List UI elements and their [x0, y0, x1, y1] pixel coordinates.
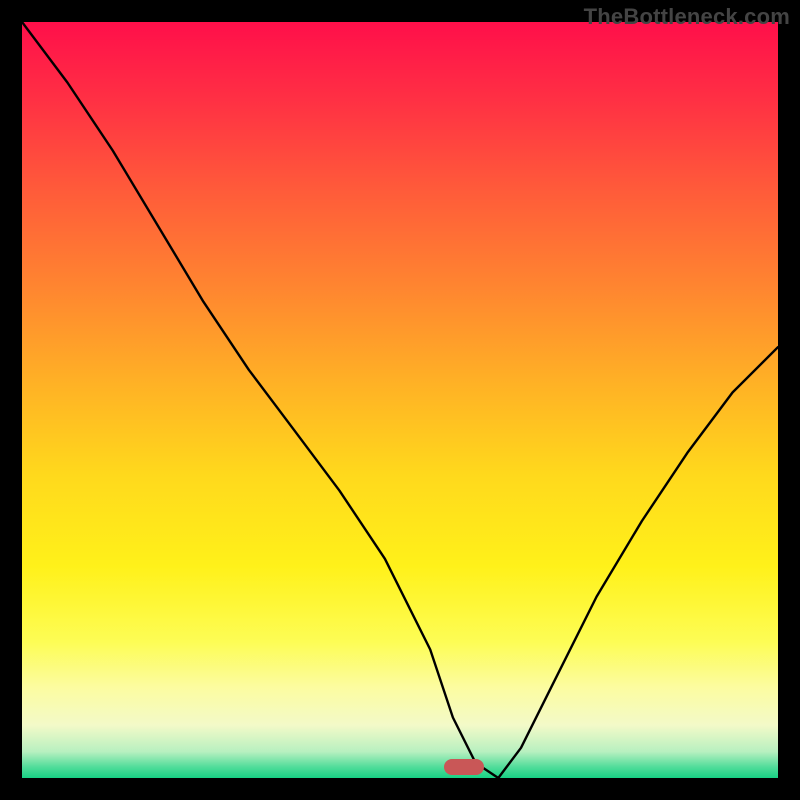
watermark-label: TheBottleneck.com — [584, 4, 790, 30]
gradient-background — [22, 22, 778, 778]
optimal-marker-icon — [444, 759, 484, 775]
chart-frame: TheBottleneck.com — [0, 0, 800, 800]
plot-svg — [22, 22, 778, 778]
plot-area — [22, 22, 778, 778]
